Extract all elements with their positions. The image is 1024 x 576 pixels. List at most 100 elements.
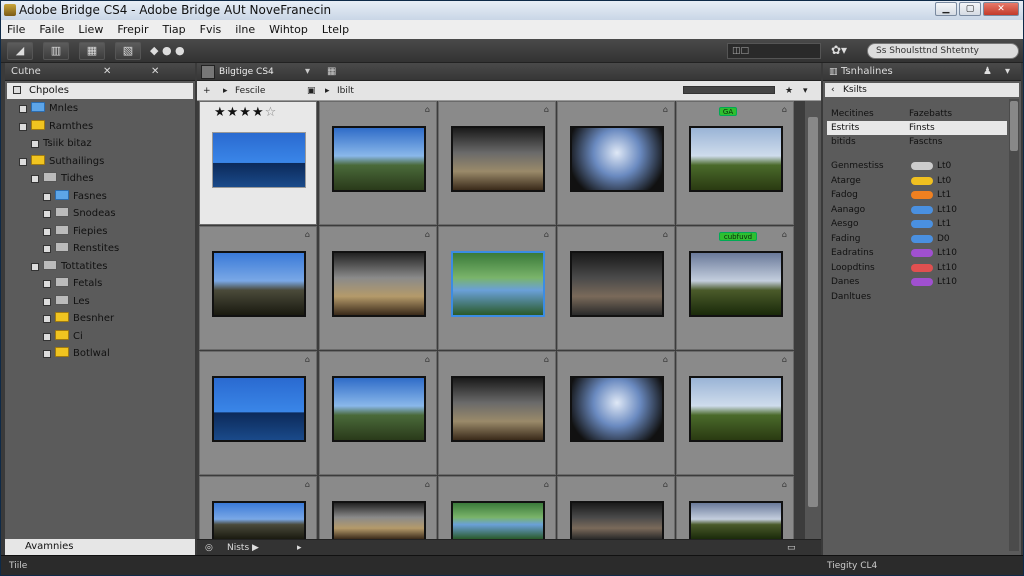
- thumbnail-size-slider[interactable]: [683, 86, 775, 94]
- folder-item[interactable]: Botlwal: [43, 346, 110, 362]
- menu-label[interactable]: Tiap: [162, 20, 185, 39]
- path-folder-icon[interactable]: ▣: [307, 84, 316, 98]
- metadata-label-row[interactable]: Atarge Lt0: [827, 174, 1007, 188]
- color-label-swatch[interactable]: [911, 162, 933, 170]
- expand-toggle-icon[interactable]: [31, 140, 39, 148]
- grid-icon[interactable]: ▦: [327, 63, 336, 81]
- scroll-thumb[interactable]: [808, 117, 818, 507]
- folders-header[interactable]: Chpoles: [7, 83, 193, 99]
- expand-toggle-icon[interactable]: [43, 245, 51, 253]
- thumbnail-cell[interactable]: ⌂: [319, 351, 437, 475]
- thumbnail-cell[interactable]: ⌂: [199, 351, 317, 475]
- folder-item[interactable]: Tsiik bitaz: [31, 136, 92, 152]
- folder-item[interactable]: Ci: [43, 329, 83, 345]
- tab-menu-icon[interactable]: ▾: [305, 63, 310, 81]
- tab-close-icon[interactable]: ✕: [103, 63, 111, 81]
- photo-thumbnail[interactable]: [451, 126, 545, 192]
- minimize-button[interactable]: ▁: [935, 2, 957, 16]
- color-label-swatch[interactable]: [911, 249, 933, 257]
- content-scrollbar[interactable]: [805, 101, 821, 539]
- folder-item[interactable]: Snodeas: [43, 206, 116, 222]
- thumbnail-cell[interactable]: ⌂: [199, 476, 317, 539]
- color-label-swatch[interactable]: [911, 220, 933, 228]
- rating-stars[interactable]: ★★★★☆: [214, 105, 277, 120]
- toolbar-rotate-controls[interactable]: ◆ ● ●: [150, 43, 185, 59]
- expand-toggle-icon[interactable]: [43, 297, 51, 306]
- thumbnail-cell[interactable]: ⌂: [438, 226, 556, 350]
- photo-thumbnail[interactable]: [332, 126, 426, 192]
- expand-toggle-icon[interactable]: [43, 210, 51, 218]
- user-icon[interactable]: ♟: [983, 63, 992, 81]
- metadata-label-row[interactable]: Loopdtins Lt10: [827, 261, 1007, 275]
- thumbnail-cell[interactable]: ⌂: [438, 101, 556, 225]
- photo-thumbnail[interactable]: [451, 376, 545, 442]
- add-icon[interactable]: +: [203, 84, 211, 98]
- folder-item[interactable]: Tidhes: [31, 171, 94, 187]
- photo-thumbnail[interactable]: [689, 251, 783, 317]
- metadata-label-row[interactable]: Eadratins Lt10: [827, 246, 1007, 260]
- metadata-header[interactable]: ‹ Ksilts: [825, 83, 1019, 97]
- panel-menu-icon[interactable]: ▾: [1005, 63, 1010, 81]
- photo-thumbnail[interactable]: [212, 132, 306, 188]
- workspace-icon[interactable]: ✿▾: [831, 43, 847, 57]
- photo-thumbnail[interactable]: [332, 501, 426, 539]
- metadata-row[interactable]: Estrits Finsts: [827, 121, 1007, 135]
- status-icon[interactable]: ◎: [205, 540, 213, 556]
- search-input[interactable]: Ss Shoulsttnd Shtetnty: [867, 43, 1019, 59]
- refine-icon[interactable]: ▧: [115, 42, 141, 60]
- menu-stacks[interactable]: Frepir: [117, 20, 148, 39]
- photo-thumbnail[interactable]: [212, 501, 306, 539]
- thumbnail-cell[interactable]: ⌂: [557, 351, 675, 475]
- photo-thumbnail[interactable]: [570, 251, 664, 317]
- close-button[interactable]: ✕: [983, 2, 1019, 16]
- toolbar-field[interactable]: ◫□: [727, 43, 821, 59]
- collapse-left-icon[interactable]: ‹: [831, 83, 835, 97]
- photo-thumbnail[interactable]: [212, 376, 306, 442]
- metadata-label-row[interactable]: Genmestiss Lt0: [827, 159, 1007, 173]
- thumbnail-cell[interactable]: ⌂: [199, 226, 317, 350]
- thumbnail-cell[interactable]: ⌂: [557, 101, 675, 225]
- collapse-icon[interactable]: [13, 86, 21, 94]
- thumbnail-cell[interactable]: ⌂: [676, 476, 794, 539]
- folder-icon[interactable]: ▥: [43, 42, 69, 60]
- color-label-swatch[interactable]: [911, 263, 933, 272]
- photo-thumbnail[interactable]: [689, 126, 783, 192]
- thumbnail-cell[interactable]: ★★★★☆: [199, 101, 317, 225]
- path-segment-1[interactable]: Fescile: [235, 84, 265, 98]
- color-label-swatch[interactable]: [911, 278, 933, 286]
- metadata-label-row[interactable]: Aesgo Lt1: [827, 217, 1007, 231]
- photo-thumbnail[interactable]: [570, 501, 664, 539]
- maximize-button[interactable]: ▢: [959, 2, 981, 16]
- tab-metadata[interactable]: Tsnhalines: [841, 63, 893, 81]
- path-segment-2[interactable]: Ibilt: [337, 84, 354, 98]
- tab-favorites[interactable]: Cutne: [11, 63, 41, 81]
- menu-file[interactable]: File: [7, 20, 25, 39]
- menu-help[interactable]: Ltelp: [322, 20, 349, 39]
- expand-toggle-icon[interactable]: [19, 122, 27, 131]
- photo-thumbnail[interactable]: [689, 376, 783, 442]
- nav-back-icon[interactable]: ◢: [7, 42, 33, 60]
- expand-toggle-icon[interactable]: [43, 332, 51, 341]
- color-label-swatch[interactable]: [911, 191, 933, 199]
- metadata-row[interactable]: Danltues: [827, 290, 1007, 304]
- metadata-label-row[interactable]: Aanago Lt10: [827, 203, 1007, 217]
- menu-edit[interactable]: Faile: [39, 20, 64, 39]
- folder-item[interactable]: Fetals: [43, 276, 102, 292]
- folder-item[interactable]: Mnles: [19, 101, 78, 117]
- thumbnail-cell[interactable]: ⌂: [319, 101, 437, 225]
- metadata-row[interactable]: bitids Fasctns: [827, 135, 1007, 149]
- metadata-label-row[interactable]: Fadog Lt1: [827, 188, 1007, 202]
- photo-thumbnail[interactable]: [451, 251, 545, 317]
- photo-thumbnail[interactable]: [332, 376, 426, 442]
- expand-toggle-icon[interactable]: [43, 350, 51, 358]
- photo-thumbnail[interactable]: [570, 376, 664, 442]
- expand-toggle-icon[interactable]: [43, 192, 51, 201]
- thumbnail-cell[interactable]: ⌂: [438, 351, 556, 475]
- expand-toggle-icon[interactable]: [43, 315, 51, 323]
- folder-item[interactable]: Fiepies: [43, 224, 107, 240]
- favorites-bar[interactable]: Avamnies: [5, 539, 195, 555]
- menu-view[interactable]: Liew: [78, 20, 103, 39]
- menu-window[interactable]: Wihtop: [269, 20, 308, 39]
- thumbnail-cell[interactable]: ⌂: [319, 476, 437, 539]
- metadata-label-row[interactable]: Fading D0: [827, 232, 1007, 246]
